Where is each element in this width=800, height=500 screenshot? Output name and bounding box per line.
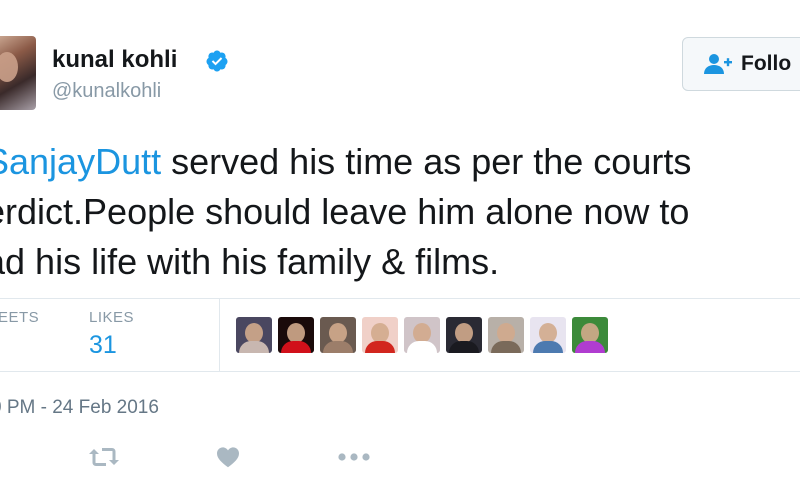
retweet-button[interactable] <box>88 442 120 472</box>
tweet-line-3: ad his life with his family & films. <box>0 241 500 282</box>
liker-avatar[interactable] <box>320 317 356 353</box>
like-button[interactable] <box>214 442 242 472</box>
liker-avatar-face <box>539 323 557 343</box>
retweet-icon <box>89 448 119 466</box>
heart-icon <box>217 447 239 468</box>
stats-divider-bottom <box>0 371 800 372</box>
follow-button[interactable]: Follo <box>682 37 800 91</box>
stats-divider-top <box>0 298 800 299</box>
liker-avatar-face <box>581 323 599 343</box>
liker-avatar-body <box>323 341 353 353</box>
liker-avatar-body <box>491 341 521 353</box>
liker-avatar-face <box>287 323 305 343</box>
liker-avatar-face <box>245 323 263 343</box>
tweet-text: SanjayDutt served his time as per the co… <box>0 137 800 287</box>
likes-count[interactable]: 31 <box>89 331 117 360</box>
mention-link[interactable]: SanjayDutt <box>0 141 161 182</box>
liker-avatars <box>236 317 608 353</box>
tweet-line-1: SanjayDutt served his time as per the co… <box>0 137 800 187</box>
liker-avatar-face <box>413 323 431 343</box>
tweet-line-2: erdict.People should leave him alone now… <box>0 191 690 232</box>
liker-avatar-body <box>365 341 395 353</box>
liker-avatar-face <box>455 323 473 343</box>
liker-avatar-body <box>449 341 479 353</box>
avatar[interactable] <box>0 36 36 110</box>
follow-person-plus-icon <box>704 54 732 74</box>
liker-avatar[interactable] <box>530 317 566 353</box>
retweets-label[interactable]: EETS <box>0 309 39 326</box>
liker-avatar[interactable] <box>236 317 272 353</box>
liker-avatar-face <box>497 323 515 343</box>
user-handle[interactable]: @kunalkohli <box>52 80 161 103</box>
liker-avatar[interactable] <box>572 317 608 353</box>
avatar-face <box>0 52 18 82</box>
likes-label[interactable]: LIKES <box>89 309 134 326</box>
liker-avatar[interactable] <box>404 317 440 353</box>
liker-avatar[interactable] <box>488 317 524 353</box>
more-dots-icon <box>338 453 370 461</box>
liker-avatar-body <box>533 341 563 353</box>
more-button[interactable] <box>336 442 372 472</box>
liker-avatar[interactable] <box>362 317 398 353</box>
verified-badge-icon <box>206 50 228 72</box>
liker-avatar-body <box>575 341 605 353</box>
timestamp[interactable]: 0 PM - 24 Feb 2016 <box>0 397 159 419</box>
tweet-line-1-text: served his time as per the courts <box>161 141 692 182</box>
liker-avatar-face <box>329 323 347 343</box>
follow-button-label: Follo <box>741 52 792 75</box>
tweet-card: kunal kohli @kunalkohli Follo SanjayDutt… <box>0 0 800 500</box>
liker-avatar-body <box>407 341 437 353</box>
liker-avatar[interactable] <box>446 317 482 353</box>
liker-avatar-body <box>281 341 311 353</box>
liker-avatar-body <box>239 341 269 353</box>
stats-separator <box>219 298 220 372</box>
liker-avatar[interactable] <box>278 317 314 353</box>
liker-avatar-face <box>371 323 389 343</box>
display-name[interactable]: kunal kohli <box>52 46 177 74</box>
